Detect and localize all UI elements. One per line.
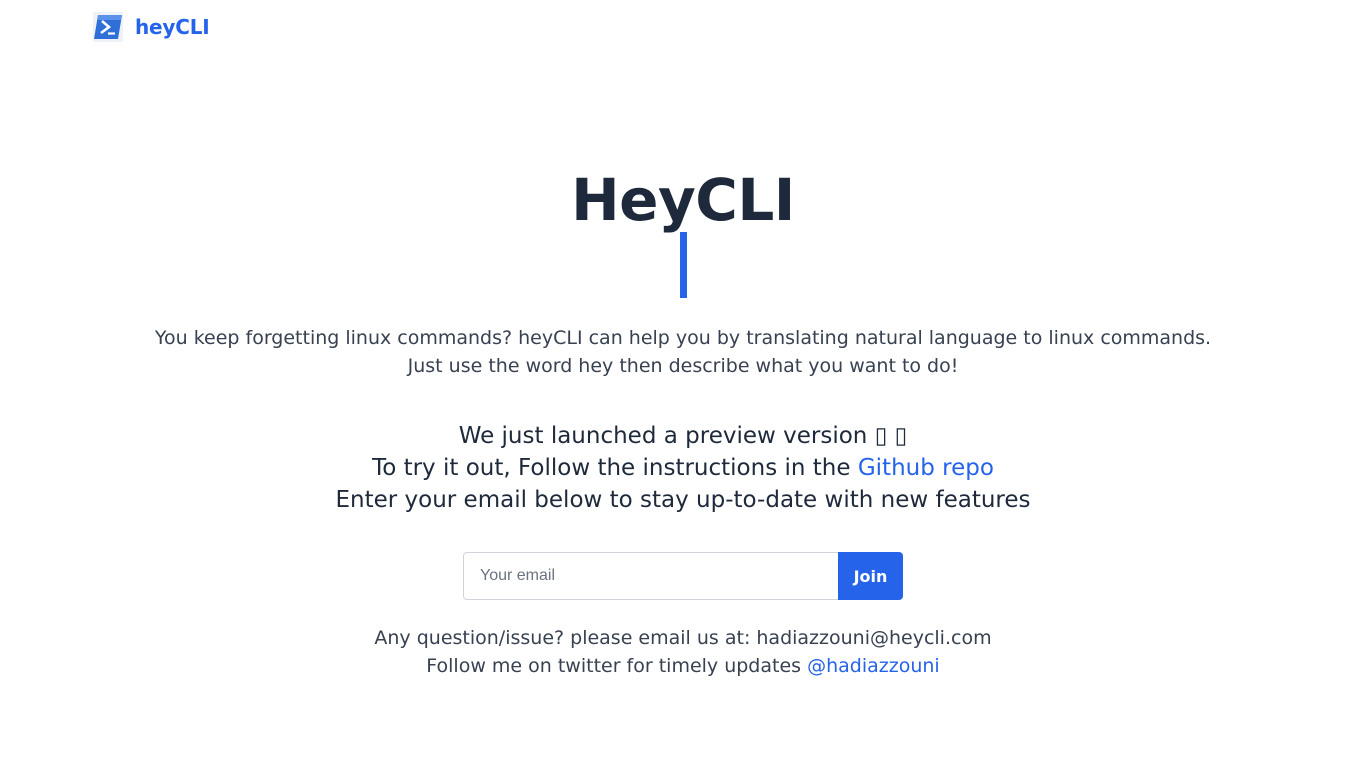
page-title: HeyCLI [571, 166, 795, 234]
emoji-glyphs: ▯ ▯ [874, 423, 908, 449]
instructions-text: To try it out, Follow the instructions i… [372, 455, 851, 481]
hero-description: You keep forgetting linux commands? heyC… [0, 324, 1366, 380]
twitter-handle-link[interactable]: @hadiazzouni [807, 655, 940, 677]
description-line-2: Just use the word hey then describe what… [407, 355, 959, 377]
announcement-line-3: Enter your email below to stay up-to-dat… [335, 487, 1031, 513]
github-repo-link[interactable]: Github repo [858, 455, 994, 481]
description-line-1: You keep forgetting linux commands? heyC… [154, 327, 1212, 349]
join-button[interactable]: Join [838, 552, 903, 600]
twitter-line: Follow me on twitter for timely updates … [0, 652, 1366, 680]
preview-launch-text: We just launched a preview version [458, 423, 868, 449]
announcement-line-2: To try it out, Follow the instructions i… [0, 452, 1366, 484]
announcement-line-1: We just launched a preview version ▯ ▯ [0, 420, 1366, 452]
terminal-prompt-icon [93, 12, 123, 42]
brand-name: heyCLI [135, 15, 210, 39]
typing-cursor [680, 232, 687, 298]
contact-email-text: Any question/issue? please email us at: … [374, 627, 992, 649]
email-signup-form: Join [463, 552, 903, 600]
announcement: We just launched a preview version ▯ ▯ T… [0, 420, 1366, 516]
brand-home-link[interactable]: heyCLI [93, 12, 210, 42]
email-input[interactable] [463, 552, 838, 600]
twitter-prefix-text: Follow me on twitter for timely updates [426, 655, 802, 677]
contact-section: Any question/issue? please email us at: … [0, 624, 1366, 680]
